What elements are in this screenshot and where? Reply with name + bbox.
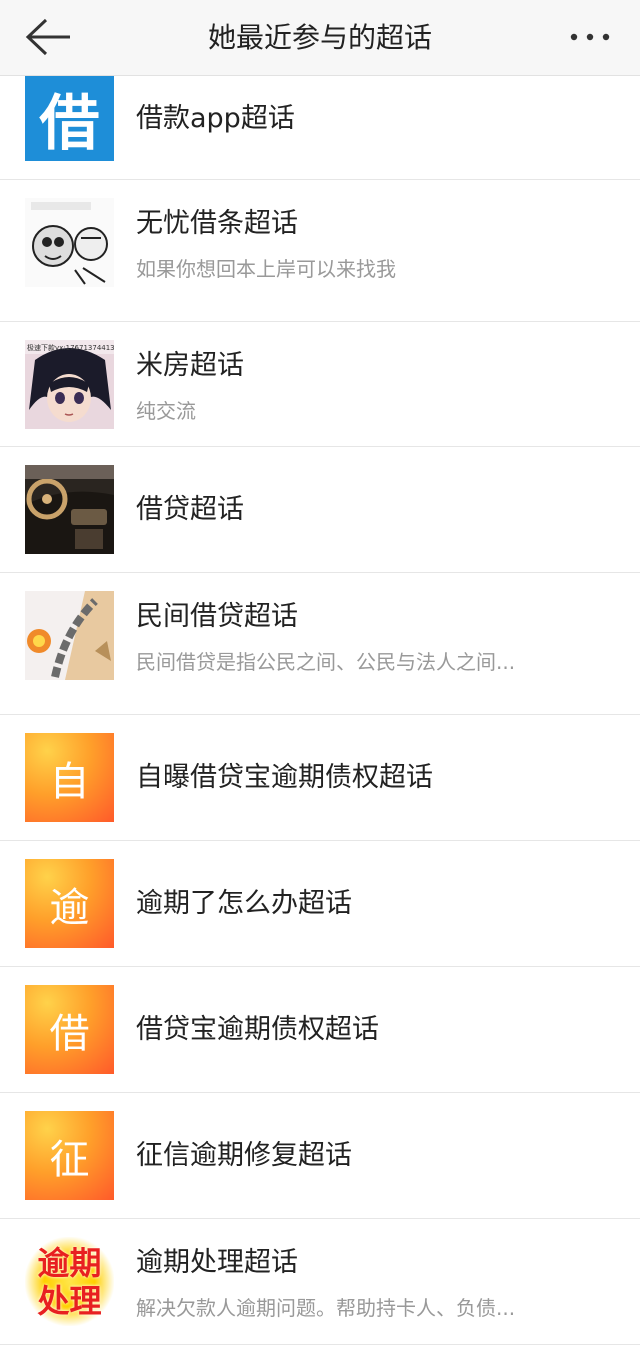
topic-row[interactable]: 征 征信逾期修复超话 [0,1093,640,1219]
avatar-letter: 借 [39,89,100,159]
topic-row[interactable]: 借 借贷宝逾期债权超话 [0,967,640,1093]
topic-description: 如果你想回本上岸可以来找我 [136,257,396,281]
topic-avatar: 借 [25,76,114,161]
topic-name: 逾期处理超话 [136,1247,298,1278]
top-bar: 她最近参与的超话 [0,0,640,76]
topic-name: 借贷超话 [136,494,244,525]
page-title: 她最近参与的超话 [207,21,432,54]
avatar-letter: 自 [49,758,90,805]
avatar-letter: 借 [49,1010,90,1057]
topic-description: 民间借贷是指公民之间、公民与法人之间... [136,650,516,674]
topic-avatar [25,465,114,554]
topic-name: 民间借贷超话 [136,601,298,632]
avatar-letter: 逾 [49,884,90,931]
chain-image [25,591,114,680]
topic-row[interactable]: 借 借款app超话 [0,76,640,180]
avatar-letter: 征 [49,1136,90,1183]
topic-avatar: 征 [25,1111,114,1200]
topic-name: 借款app超话 [136,103,295,134]
avatar-caption: 极速下款vx:17671374413 [27,344,114,352]
topic-list: 借 借款app超话 无忧借条超话 如果你想回本上岸可以来找我 极速下款vx:17… [0,76,640,1345]
topic-name: 无忧借条超话 [136,208,298,239]
comic-avatar-image [25,198,114,287]
topic-description: 纯交流 [136,399,196,423]
topic-row[interactable]: 无忧借条超话 如果你想回本上岸可以来找我 [0,180,640,322]
topic-row[interactable]: 民间借贷超话 民间借贷是指公民之间、公民与法人之间... [0,573,640,715]
topic-row[interactable]: 极速下款vx:17671374413 米房超话 纯交流 [0,322,640,447]
avatar-text-line: 处理 [37,1281,102,1320]
topic-name: 征信逾期修复超话 [136,1140,352,1171]
car-interior-image [25,465,114,554]
anime-avatar-image [25,340,114,429]
topic-avatar: 逾 [25,859,114,948]
topic-name: 米房超话 [136,350,244,381]
topic-avatar [25,198,114,287]
more-dots-icon[interactable] [568,22,618,52]
topic-name: 借贷宝逾期债权超话 [136,1014,379,1045]
topic-row[interactable]: 自 自曝借贷宝逾期债权超话 [0,715,640,841]
topic-name: 自曝借贷宝逾期债权超话 [136,762,433,793]
topic-row[interactable]: 逾 逾期了怎么办超话 [0,841,640,967]
topic-avatar [25,591,114,680]
topic-row[interactable]: 借贷超话 [0,447,640,573]
topic-avatar: 极速下款vx:17671374413 [25,340,114,429]
topic-name: 逾期了怎么办超话 [136,888,352,919]
avatar-text-line: 逾期 [37,1243,102,1282]
topic-avatar: 逾期 处理 [25,1237,114,1326]
topic-description: 解决欠款人逾期问题。帮助持卡人、负债... [136,1296,516,1320]
topic-row[interactable]: 逾期 处理 逾期处理超话 解决欠款人逾期问题。帮助持卡人、负债... [0,1219,640,1345]
topic-avatar: 借 [25,985,114,1074]
topic-avatar: 自 [25,733,114,822]
